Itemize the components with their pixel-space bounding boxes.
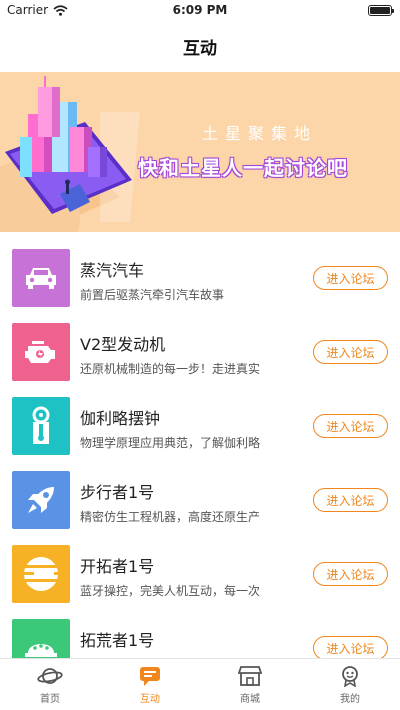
- enter-forum-button[interactable]: 进入论坛: [313, 414, 388, 438]
- store-icon: [238, 666, 262, 686]
- tab-label: 我的: [340, 694, 360, 705]
- page-title: 互动: [183, 38, 217, 59]
- banner-headline: 快和土星人一起讨论吧: [138, 156, 348, 180]
- forum-description: 前置后驱蒸汽牵引汽车故事: [80, 288, 225, 302]
- forum-banner[interactable]: 土星聚集地 快和土星人一起讨论吧: [0, 72, 400, 232]
- enter-forum-button[interactable]: 进入论坛: [313, 488, 388, 512]
- tab-label: 互动: [140, 694, 160, 705]
- tab-label: 首页: [40, 694, 60, 705]
- striped-circle-icon: [12, 545, 70, 603]
- forum-name: 开拓者1号: [80, 557, 155, 576]
- planet-icon: [37, 668, 63, 684]
- forum-name: 伽利略摆钟: [80, 409, 161, 428]
- forum-description: 还原机械制造的每一步！走进真实: [80, 362, 261, 376]
- dome-icon: [12, 619, 70, 658]
- forum-name: V2型发动机: [80, 335, 166, 354]
- enter-forum-button[interactable]: 进入论坛: [313, 340, 388, 364]
- list-item[interactable]: V2型发动机 还原机械制造的每一步！走进真实 进入论坛: [0, 314, 400, 388]
- engine-icon: [12, 323, 70, 381]
- list-item[interactable]: 开拓者1号 蓝牙操控，完美人机互动，每一次 进入论坛: [0, 536, 400, 610]
- tab-store[interactable]: 商城: [200, 659, 300, 710]
- list-item[interactable]: 步行者1号 精密仿生工程机器，高度还原生产 进入论坛: [0, 462, 400, 536]
- nav-bar: 互动: [0, 20, 400, 72]
- rocket-icon: [12, 471, 70, 529]
- tab-label: 商城: [240, 694, 260, 705]
- enter-forum-button[interactable]: 进入论坛: [313, 266, 388, 290]
- car-icon: [12, 249, 70, 307]
- forum-description: 蓝牙操控，完美人机互动，每一次: [80, 584, 261, 598]
- forum-description: 物理学原理应用典范，了解伽利略: [80, 436, 261, 450]
- chat-icon: [140, 667, 160, 686]
- list-item[interactable]: 拓荒者1号 进入论坛: [0, 610, 400, 658]
- forum-list[interactable]: 蒸汽汽车 前置后驱蒸汽牵引汽车故事 进入论坛 V2型发动机 还原机械制造的每一步…: [0, 240, 400, 658]
- tab-home[interactable]: 首页: [0, 659, 100, 710]
- tab-interact[interactable]: 互动: [100, 659, 200, 710]
- enter-forum-button[interactable]: 进入论坛: [313, 636, 388, 658]
- forum-name: 拓荒者1号: [80, 631, 155, 650]
- status-bar: Carrier 6:09 PM: [0, 0, 400, 20]
- status-time: 6:09 PM: [172, 3, 228, 17]
- forum-name: 步行者1号: [80, 483, 155, 502]
- enter-forum-button[interactable]: 进入论坛: [313, 562, 388, 586]
- battery-icon: [368, 5, 394, 16]
- banner-subtitle: 土星聚集地: [202, 124, 318, 143]
- list-item[interactable]: 蒸汽汽车 前置后驱蒸汽牵引汽车故事 进入论坛: [0, 240, 400, 314]
- pendulum-icon: [12, 397, 70, 455]
- list-item[interactable]: 伽利略摆钟 物理学原理应用典范，了解伽利略 进入论坛: [0, 388, 400, 462]
- tab-bar: 首页 互动 商城 我的: [0, 658, 400, 710]
- tab-profile[interactable]: 我的: [300, 659, 400, 710]
- forum-description: 精密仿生工程机器，高度还原生产: [80, 510, 261, 524]
- profile-icon: [342, 666, 358, 687]
- forum-name: 蒸汽汽车: [80, 261, 145, 280]
